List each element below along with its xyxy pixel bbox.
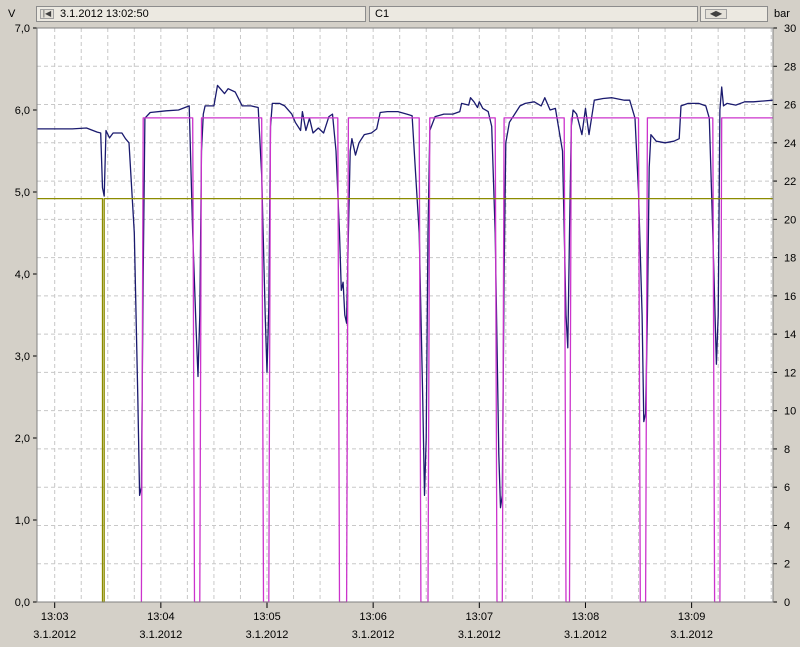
chart-window: V |◀ 3.1.2012 13:02:50 C1 ◀▶ bar 0 2 4 6 8 10…	[0, 0, 800, 647]
x-axis-date-label: 3.1.2012	[670, 629, 713, 641]
left-axis-tick-label: 5,0	[15, 187, 30, 199]
x-axis-time-label: 13:06	[359, 611, 387, 623]
x-axis-time-label: 13:07	[466, 611, 494, 623]
right-axis-tick-label: 2	[784, 559, 790, 571]
x-axis-date-label: 3.1.2012	[458, 629, 501, 641]
chart-svg: 0246810121416182022242628300,01,02,03,04…	[15, 23, 797, 641]
x-axis-date-label: 3.1.2012	[139, 629, 182, 641]
right-axis-tick-label: 14	[784, 329, 796, 341]
x-axis-time-label: 13:09	[678, 611, 706, 623]
right-axis-tick-label: 30	[784, 23, 796, 35]
x-axis-date-label: 3.1.2012	[246, 629, 289, 641]
x-axis-time-label: 13:04	[147, 611, 175, 623]
left-axis-tick-label: 4,0	[15, 269, 30, 281]
right-axis-tick-label: 18	[784, 253, 796, 265]
x-axis-date-label: 3.1.2012	[564, 629, 607, 641]
left-axis-tick-label: 3,0	[15, 351, 30, 363]
right-axis-tick-label: 26	[784, 100, 796, 112]
right-axis-tick-label: 16	[784, 291, 796, 303]
left-axis-tick-label: 6,0	[15, 105, 30, 117]
x-axis-date-label: 3.1.2012	[352, 629, 395, 641]
right-axis-tick-label: 4	[784, 520, 790, 532]
right-axis-tick-label: 24	[784, 138, 796, 150]
right-axis-tick-label: 12	[784, 367, 796, 379]
x-axis-time-label: 13:08	[572, 611, 600, 623]
right-axis-tick-label: 22	[784, 176, 796, 188]
right-axis-tick-label: 28	[784, 61, 796, 73]
left-axis-tick-label: 1,0	[15, 515, 30, 527]
x-axis-date-label: 3.1.2012	[33, 629, 76, 641]
right-axis-tick-label: 20	[784, 214, 796, 226]
left-axis-tick-label: 7,0	[15, 23, 30, 35]
right-axis-tick-label: 10	[784, 406, 796, 418]
left-axis-tick-label: 2,0	[15, 433, 30, 445]
right-axis-tick-label: 6	[784, 482, 790, 494]
x-axis-time-label: 13:05	[253, 611, 281, 623]
x-axis-time-label: 13:03	[41, 611, 69, 623]
left-axis-tick-label: 0,0	[15, 597, 30, 609]
right-axis-tick-label: 8	[784, 444, 790, 456]
right-axis-tick-label: 0	[784, 597, 790, 609]
